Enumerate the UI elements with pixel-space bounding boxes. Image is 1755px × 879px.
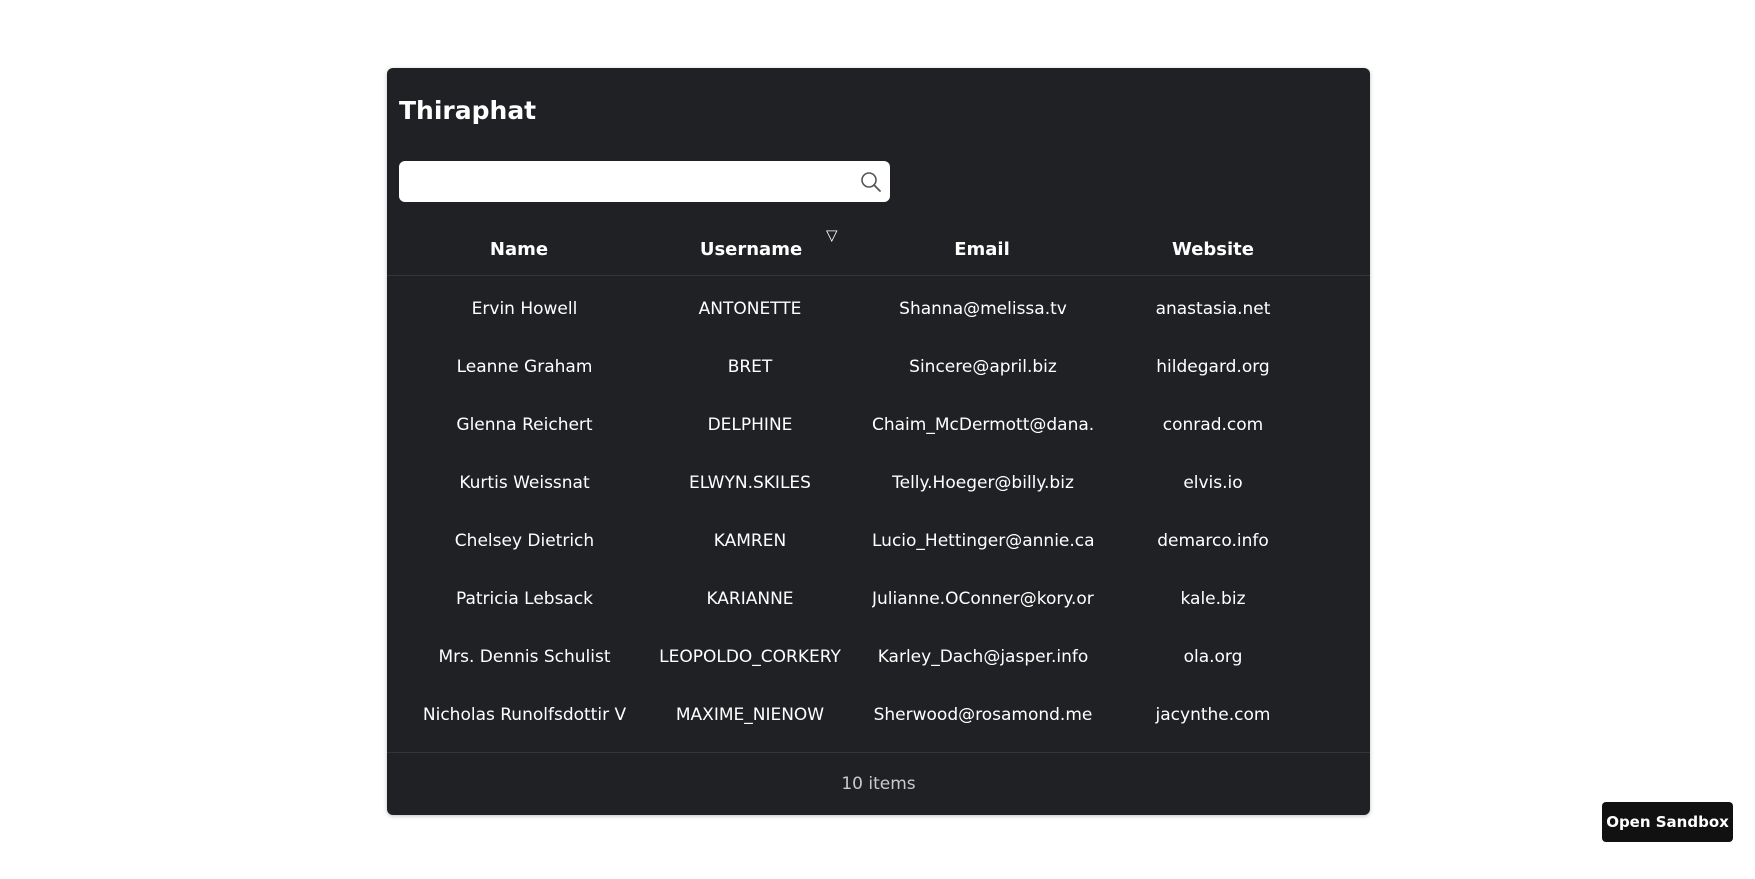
- cell-email: Julianne.OConner@kory.org: [872, 589, 1094, 609]
- table-row: Patricia Lebsack KARIANNE Julianne.OConn…: [387, 588, 1370, 646]
- table-row: Ervin Howell ANTONETTE Shanna@melissa.tv…: [387, 298, 1370, 356]
- cell-website: kale.biz: [1180, 589, 1246, 609]
- table-row: Glenna Reichert DELPHINE Chaim_McDermott…: [387, 414, 1370, 472]
- cell-name: Chelsey Dietrich: [454, 531, 595, 551]
- cell-name: Patricia Lebsack: [455, 589, 594, 609]
- cell-email: Telly.Hoeger@billy.biz: [892, 473, 1074, 493]
- cell-email: Lucio_Hettinger@annie.ca: [872, 531, 1094, 551]
- table-card: Thiraphat Name Username Email Website ▽ …: [387, 68, 1370, 815]
- item-count: 10 items: [841, 774, 916, 794]
- cell-username: KARIANNE: [706, 589, 794, 609]
- table-row: Chelsey Dietrich KAMREN Lucio_Hettinger@…: [387, 530, 1370, 588]
- open-sandbox-button[interactable]: Open Sandbox: [1602, 802, 1733, 842]
- table-row: Kurtis Weissnat ELWYN.SKILES Telly.Hoege…: [387, 472, 1370, 530]
- cell-email: Karley_Dach@jasper.info: [877, 647, 1089, 667]
- cell-website: ola.org: [1183, 647, 1243, 667]
- cell-website: anastasia.net: [1155, 299, 1271, 319]
- page-title: Thiraphat: [399, 96, 537, 125]
- cell-email: Sincere@april.biz: [909, 357, 1057, 377]
- cell-username: LEOPOLDO_CORKERY: [659, 647, 841, 667]
- cell-username: DELPHINE: [707, 415, 793, 435]
- cell-website: hildegard.org: [1156, 357, 1270, 377]
- cell-email: Shanna@melissa.tv: [899, 299, 1067, 319]
- cell-name: Mrs. Dennis Schulist: [438, 647, 611, 667]
- table-row: Mrs. Dennis Schulist LEOPOLDO_CORKERY Ka…: [387, 646, 1370, 704]
- cell-website: elvis.io: [1183, 473, 1243, 493]
- table-footer: 10 items: [387, 752, 1370, 815]
- cell-name: Leanne Graham: [456, 357, 593, 377]
- cell-name: Glenna Reichert: [456, 415, 593, 435]
- sort-descending-icon[interactable]: ▽: [826, 228, 838, 243]
- column-header-email[interactable]: Email: [872, 238, 1092, 262]
- search-icon[interactable]: [860, 171, 882, 193]
- cell-username: ANTONETTE: [698, 299, 802, 319]
- cell-name: Kurtis Weissnat: [459, 473, 590, 493]
- cell-username: BRET: [727, 357, 773, 377]
- cell-username: ELWYN.SKILES: [689, 473, 811, 493]
- table-body: Ervin Howell ANTONETTE Shanna@melissa.tv…: [387, 298, 1370, 762]
- column-header-name[interactable]: Name: [409, 238, 629, 262]
- search-box[interactable]: [399, 161, 890, 202]
- table-header: Name Username Email Website: [387, 216, 1370, 276]
- column-header-website[interactable]: Website: [1103, 238, 1323, 262]
- cell-email: Chaim_McDermott@dana.io: [872, 415, 1094, 435]
- table-row: Leanne Graham BRET Sincere@april.biz hil…: [387, 356, 1370, 414]
- cell-website: demarco.info: [1157, 531, 1269, 551]
- cell-username: KAMREN: [713, 531, 787, 551]
- cell-name: Ervin Howell: [471, 299, 578, 319]
- cell-website: conrad.com: [1162, 415, 1264, 435]
- search-input[interactable]: [399, 161, 839, 202]
